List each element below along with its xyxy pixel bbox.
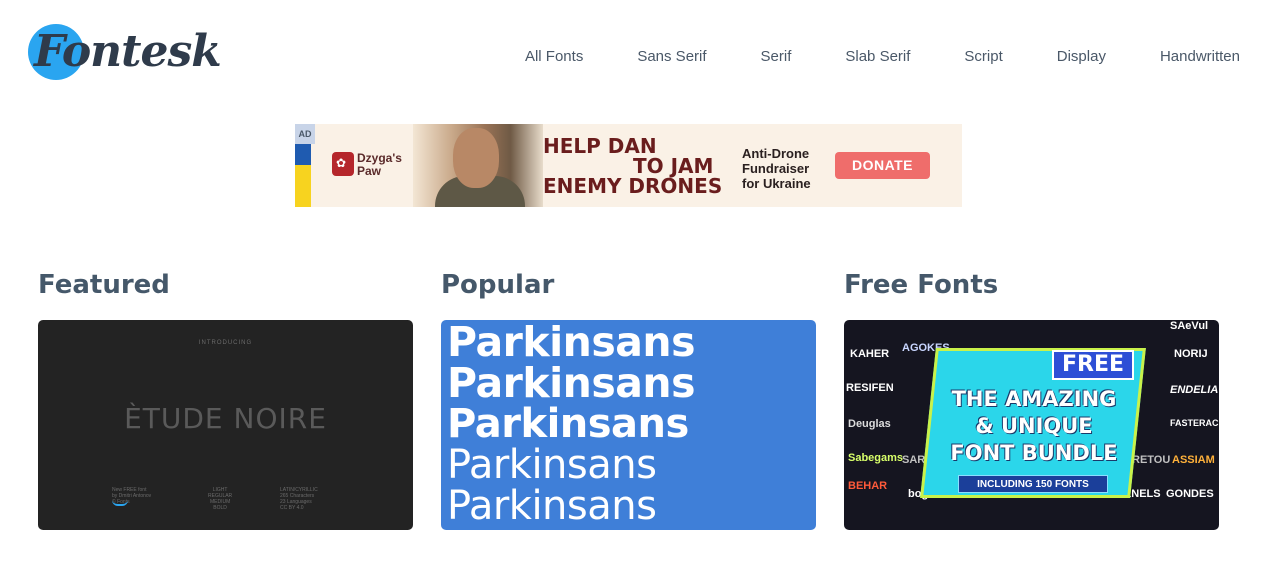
ad-headline-line: ENEMY DRONES	[543, 174, 723, 198]
nav-script[interactable]: Script	[964, 48, 1002, 66]
site-logo[interactable]: Fontesk	[28, 22, 222, 84]
popular-sample: Parkinsans	[447, 442, 657, 488]
ad-banner[interactable]: AD ✿ Dzyga's Paw HELP DAN TO JAM ENEMY D…	[295, 124, 962, 207]
bundle-headline: THE AMAZING & UNIQUE FONT BUNDLE	[940, 386, 1128, 467]
nav-display[interactable]: Display	[1057, 48, 1106, 66]
featured-spec: CC BY 4.0	[280, 505, 304, 511]
donate-button[interactable]: DONATE	[835, 152, 930, 179]
ad-photo	[413, 124, 543, 207]
nav-sans-serif[interactable]: Sans Serif	[637, 48, 706, 66]
font-tile: KAHER	[850, 348, 890, 360]
paw-logo-icon: ✿	[332, 152, 354, 176]
font-tile: SAeVul	[1170, 320, 1209, 332]
wave-icon	[112, 500, 128, 506]
ad-headline-line: HELP DAN	[543, 134, 657, 158]
font-tile: RESIFEN	[846, 382, 894, 394]
nav-slab-serif[interactable]: Slab Serif	[845, 48, 910, 66]
ad-subtext-line: Fundraiser	[742, 161, 810, 176]
popular-sample: Parkinsans	[447, 320, 696, 366]
bundle-headline-line: & UNIQUE	[975, 414, 1093, 438]
free-fonts-card[interactable]: KAHER AGOKES Deuglas Sabegams BEHAR bogi…	[844, 320, 1219, 530]
ad-subtext-line: for Ukraine	[742, 176, 811, 191]
logo-text: Fontesk	[34, 26, 222, 77]
ad-headline: HELP DAN TO JAM ENEMY DRONES	[543, 136, 722, 196]
free-fonts-title: Free Fonts	[844, 270, 999, 300]
ad-brand: Dzyga's Paw	[357, 151, 402, 178]
ad-subtext: Anti-Drone Fundraiser for Ukraine	[742, 146, 811, 191]
font-tile: BEHAR	[848, 480, 888, 492]
ukraine-flag-yellow	[295, 165, 311, 207]
font-tile: Deuglas	[848, 418, 891, 430]
free-badge: FREE	[1052, 350, 1134, 380]
font-tile: FASTERACE	[1170, 418, 1219, 428]
popular-sample: Parkinsans	[447, 401, 689, 447]
font-tile: GONDES	[1166, 488, 1214, 500]
featured-font-name: ÈTUDE NOIRE	[124, 402, 327, 435]
featured-weight: BOLD	[213, 505, 227, 511]
popular-title: Popular	[441, 270, 555, 300]
nav-all-fonts[interactable]: All Fonts	[525, 48, 583, 66]
bundle-including: INCLUDING 150 FONTS	[958, 475, 1108, 493]
ad-photo-head	[453, 128, 499, 188]
featured-weights-col: LIGHT REGULAR MEDIUM BOLD	[208, 487, 232, 511]
featured-card[interactable]: INTRODUCING ÈTUDE NOIRE New FREE font by…	[38, 320, 413, 530]
popular-sample: Parkinsans	[447, 359, 696, 407]
ad-subtext-line: Anti-Drone	[742, 146, 810, 161]
featured-specs-col: LATIN/CYRILLIC 265 Characters 23 Languag…	[280, 487, 318, 511]
font-tile: ASSIAM	[1172, 454, 1215, 466]
popular-sample: Parkinsans	[447, 483, 657, 529]
nav-serif[interactable]: Serif	[761, 48, 792, 66]
font-tile: Sabegams	[848, 452, 904, 464]
nav-handwritten[interactable]: Handwritten	[1160, 48, 1240, 66]
featured-title: Featured	[38, 270, 170, 300]
font-tile: RETOU	[1132, 454, 1171, 466]
bundle-headline-line: FONT BUNDLE	[950, 441, 1118, 465]
featured-intro: INTRODUCING	[198, 340, 253, 346]
ad-tag: AD	[295, 124, 315, 144]
popular-card[interactable]: Parkinsans Parkinsans Parkinsans Parkins…	[441, 320, 816, 530]
font-tile: NORIJ	[1174, 348, 1208, 360]
bundle-headline-line: THE AMAZING	[951, 387, 1117, 411]
ad-headline-line: TO JAM	[633, 154, 714, 178]
main-nav: All Fonts Sans Serif Serif Slab Serif Sc…	[500, 48, 1240, 66]
font-tile: ENDELIA	[1170, 384, 1219, 396]
